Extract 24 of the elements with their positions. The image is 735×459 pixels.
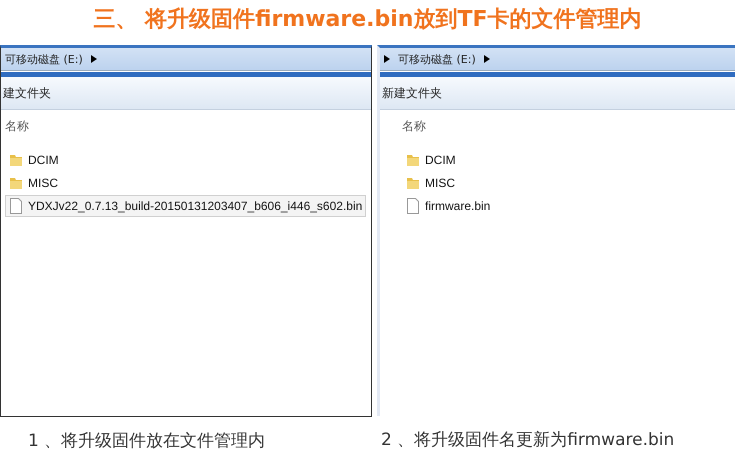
new-folder-button[interactable]: 新建文件夹	[380, 84, 444, 102]
address-bar[interactable]: 可移动磁盘 (E:)	[1, 48, 371, 71]
folder-icon	[9, 153, 23, 167]
arrow-right-icon[interactable]	[90, 55, 97, 63]
new-folder-button[interactable]: 建文件夹	[1, 84, 53, 102]
file-icon	[9, 198, 23, 214]
file-icon	[406, 198, 420, 214]
page-title: 三、 将升级固件firmware.bin放到TF卡的文件管理内	[92, 6, 643, 34]
caption: 2 、将升级固件名更新为firmware.bin	[380, 429, 676, 451]
column-header[interactable]: 名称	[5, 118, 29, 135]
file-list-item[interactable]: firmware.bin	[402, 195, 494, 217]
file-list-item[interactable]: YDXJv22_0.7.13_build-20150131203407_b606_i446_s602.bin	[5, 195, 366, 217]
folder-icon	[9, 176, 23, 190]
caption: 1 、将升级固件放在文件管理内	[27, 430, 266, 452]
column-header[interactable]: 名称	[402, 118, 426, 135]
file-list-item[interactable]: DCIM	[5, 149, 63, 171]
address-bar[interactable]: 可移动磁盘 (E:)	[380, 48, 735, 71]
folder-icon	[406, 153, 420, 167]
file-list-item[interactable]: MISC	[5, 172, 62, 194]
arrow-right-icon[interactable]	[384, 55, 390, 63]
folder-icon	[406, 176, 420, 190]
file-list-item[interactable]: MISC	[402, 172, 459, 194]
file-list-item[interactable]: DCIM	[402, 149, 460, 171]
arrow-right-icon[interactable]	[484, 55, 490, 63]
